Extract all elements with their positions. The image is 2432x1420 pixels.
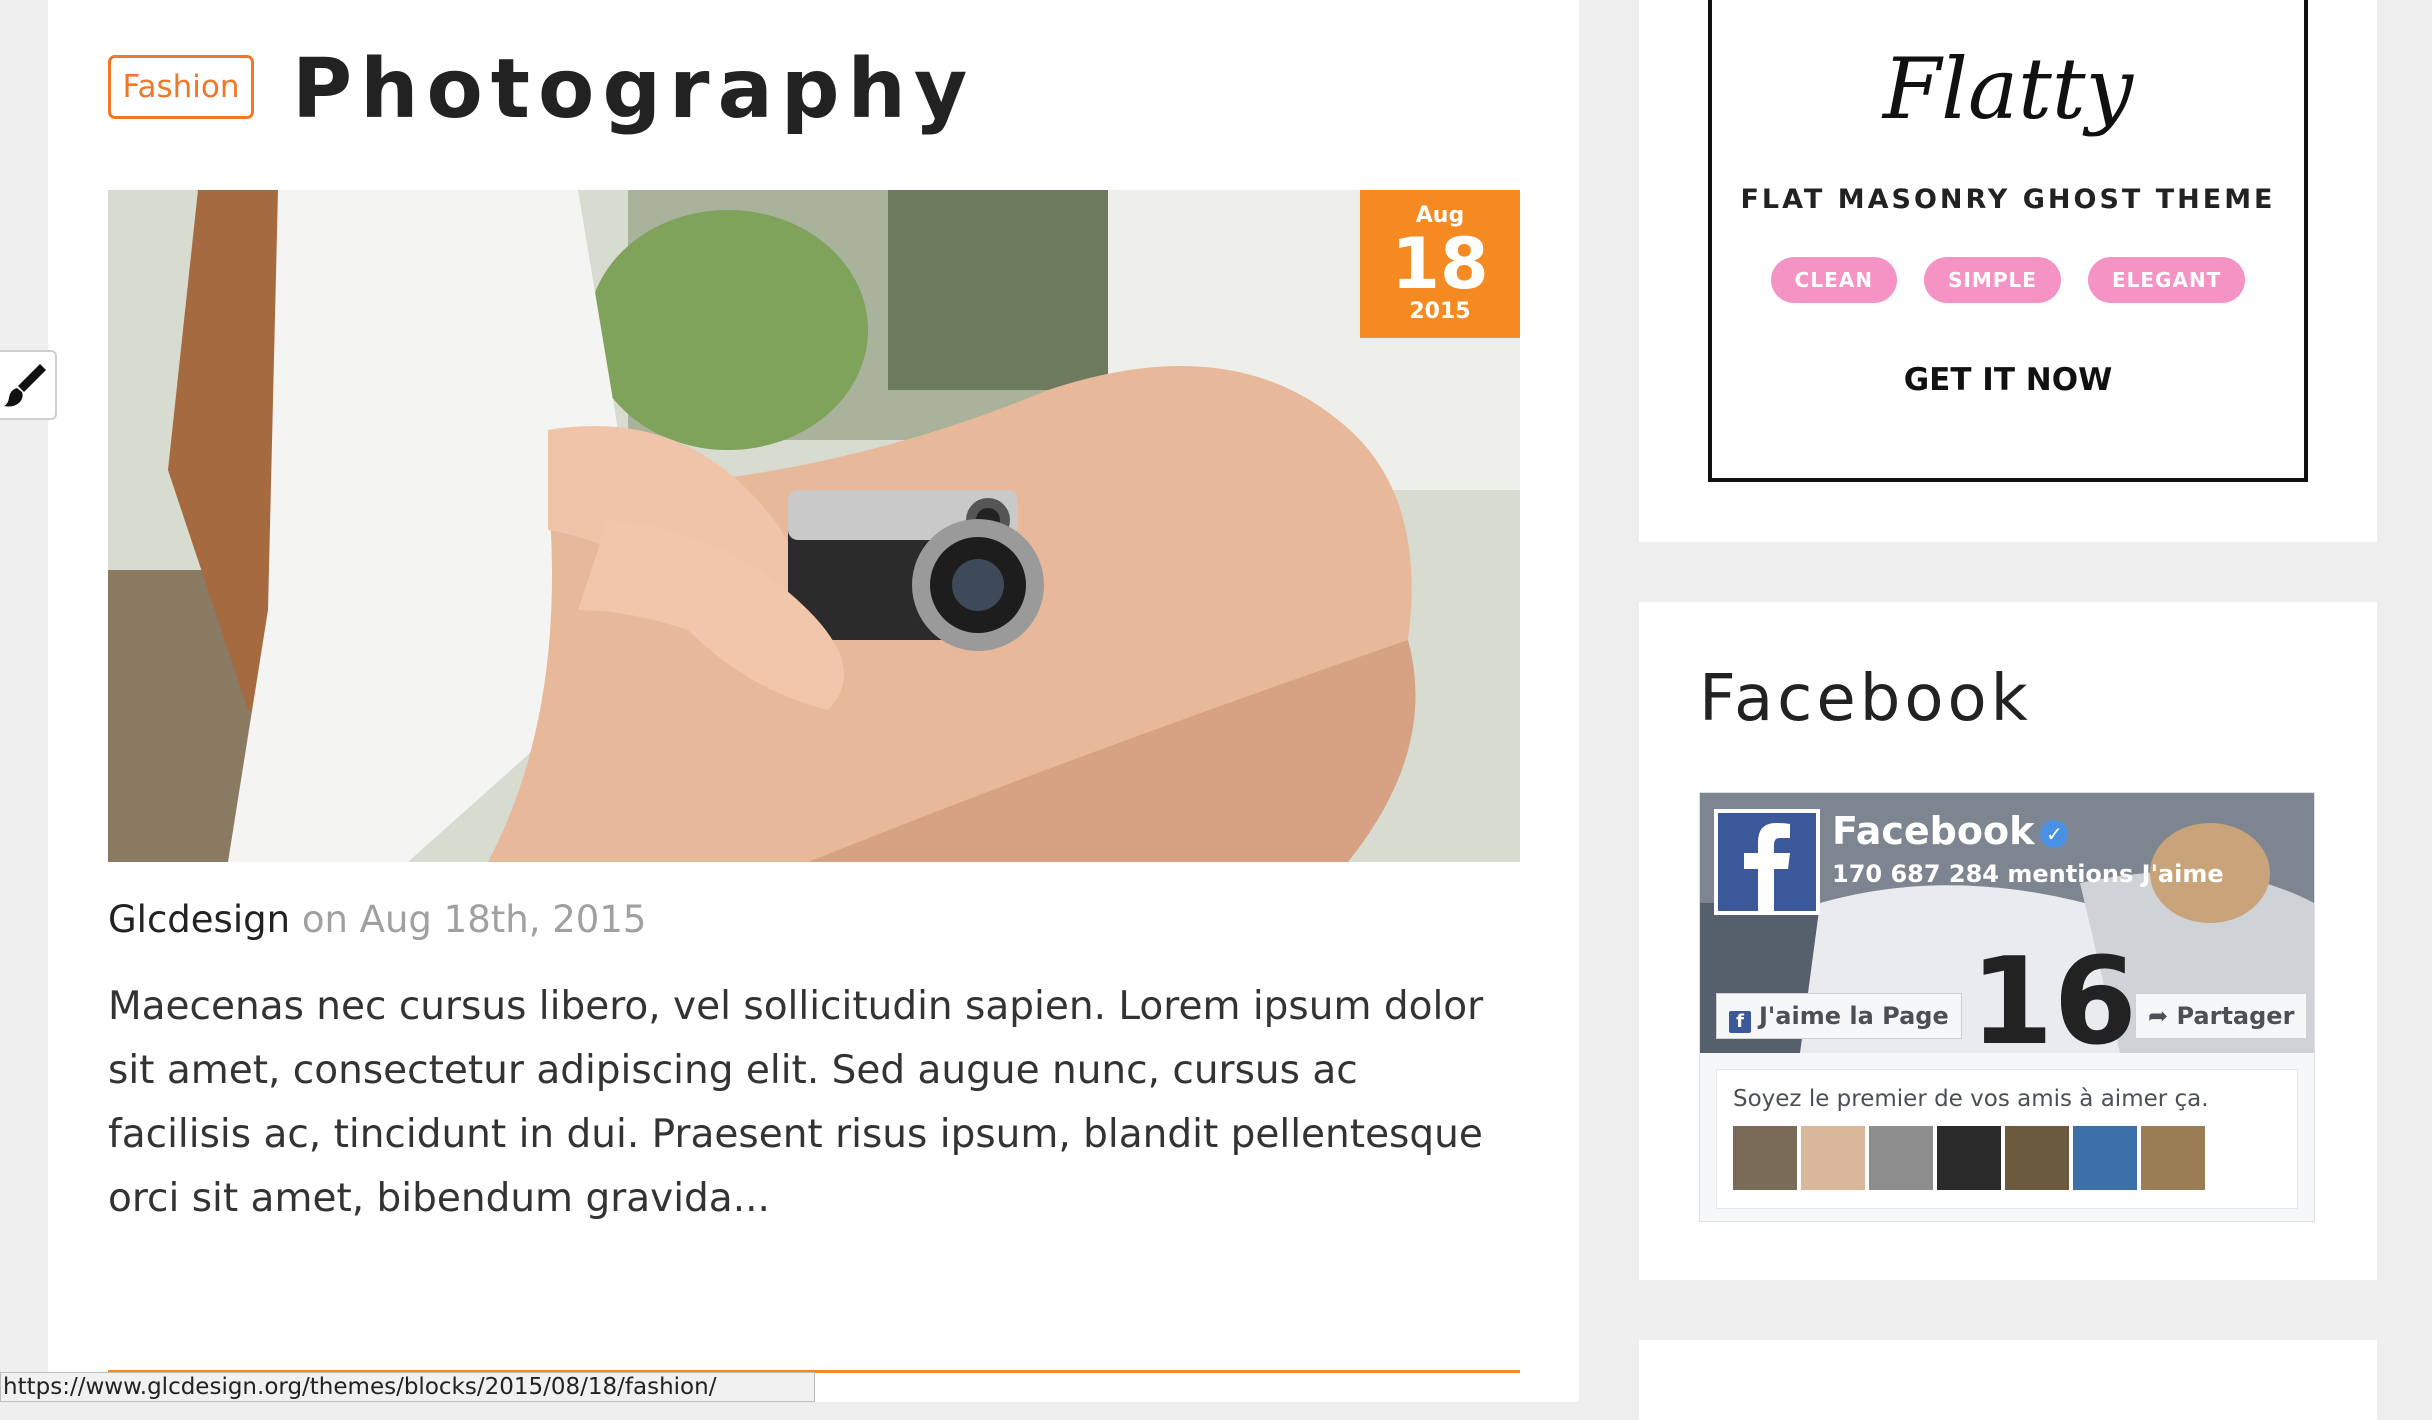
- paintbrush-icon: [4, 364, 46, 407]
- facebook-f-icon: f: [1729, 1011, 1751, 1033]
- date-badge-day: 18: [1391, 223, 1489, 305]
- meta-separator: on: [301, 898, 348, 941]
- post-title[interactable]: Photography: [292, 40, 975, 140]
- facebook-friend-faces: [1733, 1126, 2209, 1190]
- post-featured-image[interactable]: [108, 190, 1520, 862]
- post-excerpt: Maecenas nec cursus libero, vel sollicit…: [108, 984, 1484, 1221]
- like-button-label: J'aime la Page: [1759, 1002, 1949, 1030]
- sidebar-ad-widget: Flatty FLAT MASONRY GHOST THEME CLEAN SI…: [1639, 0, 2377, 542]
- style-switcher-toggle[interactable]: [0, 350, 57, 420]
- friend-avatar[interactable]: [1869, 1126, 1933, 1190]
- ad-logo: Flatty: [1882, 40, 2134, 138]
- ad-banner[interactable]: Flatty FLAT MASONRY GHOST THEME CLEAN SI…: [1708, 0, 2308, 482]
- ad-tag-clean: CLEAN: [1770, 257, 1897, 303]
- status-bar-url: https://www.glcdesign.org/themes/blocks/…: [0, 1372, 815, 1402]
- category-tag[interactable]: Fashion: [108, 55, 254, 119]
- ad-tags: CLEAN SIMPLE ELEGANT: [1712, 257, 2304, 303]
- friend-avatar[interactable]: [2141, 1126, 2205, 1190]
- facebook-page-name-text: Facebook: [1832, 809, 2035, 853]
- friend-avatar[interactable]: [2073, 1126, 2137, 1190]
- friend-avatar[interactable]: [2005, 1126, 2069, 1190]
- facebook-like-page-button[interactable]: f J'aime la Page: [1716, 993, 1962, 1039]
- ad-tag-elegant: ELEGANT: [2087, 257, 2246, 303]
- facebook-friends-text: Soyez le premier de vos amis à aimer ça.: [1733, 1086, 2209, 1112]
- facebook-page-avatar[interactable]: [1714, 809, 1820, 915]
- facebook-share-button[interactable]: ➦ Partager: [2135, 993, 2308, 1039]
- post-date: Aug 18th, 2015: [359, 898, 647, 941]
- facebook-f-icon: [1744, 823, 1790, 911]
- friend-avatar[interactable]: [1937, 1126, 2001, 1190]
- camera-photo: [108, 190, 1520, 862]
- verified-check-icon: ✓: [2040, 819, 2069, 848]
- ad-subtitle: FLAT MASONRY GHOST THEME: [1740, 184, 2276, 215]
- facebook-widget-heading: Facebook: [1699, 662, 2032, 736]
- friend-avatar[interactable]: [1801, 1126, 1865, 1190]
- post-card: Fashion Photography Aug 18 2015 Glcdesig…: [48, 0, 1579, 1402]
- ad-tag-simple: SIMPLE: [1924, 257, 2061, 303]
- share-arrow-icon: ➦: [2148, 1002, 2177, 1030]
- share-button-label: Partager: [2176, 1002, 2295, 1030]
- facebook-likes-count: 170 687 284 mentions J'aime: [1832, 860, 2224, 888]
- facebook-page-plugin: 16 Facebook ✓ 170 687 284 mentions J'aime…: [1699, 792, 2315, 1222]
- date-badge-year: 2015: [1409, 299, 1471, 324]
- post-author-link[interactable]: Glcdesign: [108, 898, 290, 941]
- svg-text:16: 16: [1970, 933, 2137, 1053]
- sidebar-facebook-widget: Facebook 16 Facebook ✓ 170 687 284 mentio…: [1639, 602, 2377, 1280]
- friend-avatar[interactable]: [1733, 1126, 1797, 1190]
- sidebar-widget-next: [1639, 1340, 2377, 1420]
- facebook-friends-box: Soyez le premier de vos amis à aimer ça.: [1716, 1069, 2298, 1209]
- date-badge: Aug 18 2015: [1360, 190, 1520, 338]
- facebook-cover-photo[interactable]: 16 Facebook ✓ 170 687 284 mentions J'aime…: [1700, 793, 2314, 1053]
- facebook-page-name[interactable]: Facebook ✓: [1832, 807, 2069, 855]
- post-meta: Glcdesign on Aug 18th, 2015: [108, 895, 646, 945]
- ad-cta[interactable]: GET IT NOW: [1712, 362, 2304, 398]
